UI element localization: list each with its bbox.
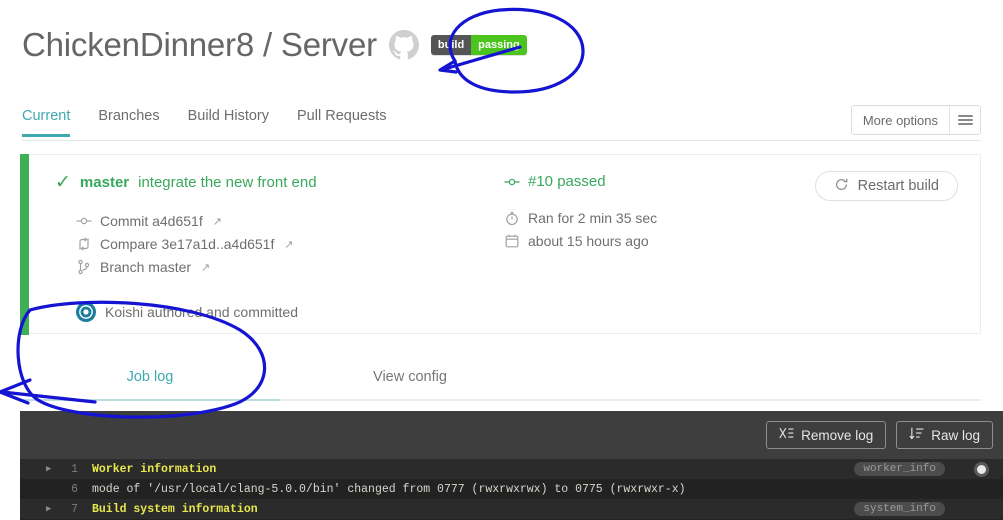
tab-job-log[interactable]: Job log <box>20 353 280 401</box>
more-options-button[interactable]: More options <box>850 105 981 135</box>
build-number-label: #10 passed <box>528 173 606 190</box>
log-body[interactable]: ▶ 1 Worker information worker_info 6 mod… <box>20 459 1003 519</box>
log-line-text: Build system information <box>92 502 258 516</box>
log-line-number: 6 <box>71 482 78 496</box>
log-line[interactable]: 6 mode of '/usr/local/clang-5.0.0/bin' c… <box>20 479 1003 499</box>
log-line-tag: worker_info <box>854 462 945 476</box>
build-headline: ✓ master integrate the new front end <box>55 173 317 192</box>
restart-build-button[interactable]: Restart build <box>814 171 958 201</box>
job-subtabs: Job log View config <box>20 353 981 401</box>
tab-branches[interactable]: Branches <box>98 108 159 137</box>
raw-log-label: Raw log <box>931 427 980 443</box>
external-link-icon[interactable]: ↗ <box>201 261 210 274</box>
log-line-number: 7 <box>71 502 78 516</box>
badge-left-label: build <box>430 35 472 55</box>
badge-right-label: passing <box>471 35 527 55</box>
compare-icon <box>76 236 92 252</box>
meta-row-duration: Ran for 2 min 35 sec <box>504 210 657 226</box>
meta-label-branch: Branch master <box>100 259 192 275</box>
build-when-label: about 15 hours ago <box>528 233 649 249</box>
raw-log-icon <box>909 427 924 443</box>
build-author-row: Koishi authored and committed <box>76 302 298 322</box>
branch-icon <box>76 259 92 275</box>
tab-current[interactable]: Current <box>22 108 71 137</box>
remove-log-label: Remove log <box>801 427 874 443</box>
hamburger-lines <box>957 113 973 127</box>
log-line[interactable]: ▶ 1 Worker information worker_info <box>20 459 1003 479</box>
meta-row-branch[interactable]: Branch master ↗ <box>76 259 294 275</box>
meta-row-commit[interactable]: Commit a4d651f ↗ <box>76 213 294 229</box>
external-link-icon[interactable]: ↗ <box>213 215 222 228</box>
build-right-column: #10 passed Ran for 2 min 35 sec about 15… <box>504 173 657 249</box>
log-line-text: Worker information <box>92 462 217 476</box>
tab-view-config[interactable]: View config <box>280 353 540 401</box>
log-toolbar: Remove log Raw log <box>20 411 1003 459</box>
meta-label-commit: Commit a4d651f <box>100 213 203 229</box>
remove-log-icon <box>779 427 794 443</box>
commit-icon <box>76 213 92 229</box>
log-line-tag: system_info <box>854 502 945 516</box>
subtabs-spacer <box>540 353 981 401</box>
build-commit-message: integrate the new front end <box>138 174 317 191</box>
remove-log-button[interactable]: Remove log <box>766 421 887 449</box>
meta-label-compare: Compare 3e17a1d..a4d651f <box>100 236 275 252</box>
meta-row-compare[interactable]: Compare 3e17a1d..a4d651f ↗ <box>76 236 294 252</box>
page-root: ChickenDinner8 / Server build passing Cu… <box>0 0 1003 520</box>
hamburger-icon[interactable] <box>949 106 980 134</box>
build-number-row[interactable]: #10 passed <box>504 173 657 190</box>
external-link-icon[interactable]: ↗ <box>284 238 293 251</box>
tab-pull-requests[interactable]: Pull Requests <box>297 108 386 137</box>
log-line[interactable]: ▶ 7 Build system information system_info <box>20 499 1003 519</box>
raw-log-button[interactable]: Raw log <box>896 421 993 449</box>
avatar[interactable] <box>76 302 96 322</box>
log-toolbar-buttons: Remove log Raw log <box>766 421 993 449</box>
refresh-icon <box>834 177 849 196</box>
build-branch-name[interactable]: master <box>80 174 129 191</box>
page-header: ChickenDinner8 / Server build passing <box>0 0 1003 100</box>
build-duration-label: Ran for 2 min 35 sec <box>528 210 658 226</box>
build-author-text: Koishi authored and committed <box>105 304 298 320</box>
log-line-number: 1 <box>71 462 78 476</box>
tab-build-history[interactable]: Build History <box>188 108 269 137</box>
repo-title-row: ChickenDinner8 / Server build passing <box>22 26 527 64</box>
build-summary-card: ✓ master integrate the new front end Com… <box>20 154 981 335</box>
more-options-label: More options <box>862 112 938 128</box>
build-meta-list: Commit a4d651f ↗ Compare 3e17a1d..a4d651… <box>76 213 294 275</box>
log-status-dot[interactable] <box>974 462 989 477</box>
meta-row-when: about 15 hours ago <box>504 233 657 249</box>
build-status-bar <box>20 154 29 335</box>
check-icon: ✓ <box>55 172 71 193</box>
restart-build-label: Restart build <box>857 178 939 194</box>
tabs-divider <box>22 140 981 141</box>
job-log-panel: Remove log Raw log ▶ 1 Worker informatio… <box>20 411 1003 520</box>
main-tabs: Current Branches Build History Pull Requ… <box>22 108 386 137</box>
calendar-icon <box>504 233 520 249</box>
page-title: ChickenDinner8 / Server <box>22 26 377 63</box>
github-octocat-icon[interactable] <box>388 30 419 60</box>
build-status-badge[interactable]: build passing <box>430 35 527 55</box>
commit-icon <box>504 174 520 190</box>
fold-arrow-icon[interactable]: ▶ <box>46 504 51 514</box>
build-card-inner: ✓ master integrate the new front end Com… <box>29 155 980 333</box>
log-line-text: mode of '/usr/local/clang-5.0.0/bin' cha… <box>92 482 686 496</box>
stopwatch-icon <box>504 210 520 226</box>
fold-arrow-icon[interactable]: ▶ <box>46 464 51 474</box>
